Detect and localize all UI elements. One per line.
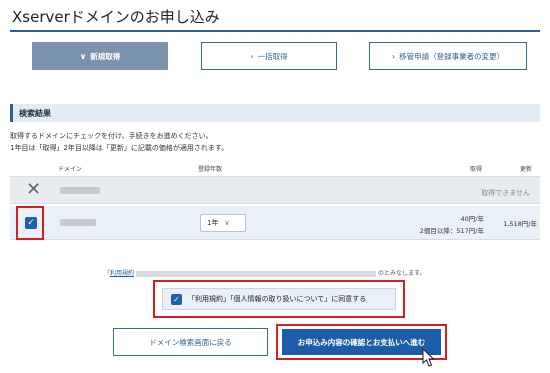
agree-checkbox[interactable]: ✓ [171, 293, 182, 305]
status-unavailable: 取得できません [481, 189, 530, 197]
tab-label: 移管申請（登録事業者の変更） [399, 51, 505, 61]
domain-checkbox[interactable]: ✓ [25, 217, 37, 229]
price-second: 2個目以降：517円/年 [419, 227, 484, 235]
chevron-right-icon: › [391, 51, 396, 61]
column-domain: ドメイン [58, 166, 83, 173]
column-acquire: 取得 [470, 166, 483, 173]
table-row-selected: ✓ 1年 ∨ 40円/年 2個目以降：517円/年 1,518円/年 [10, 206, 540, 240]
mouse-cursor-icon [422, 348, 435, 367]
table-row-unavailable: ✕ 取得できません [10, 176, 540, 204]
pricing-note: 1年目は「取得」2年目以降は「更新」に記載の価格が適用されます。 [10, 144, 229, 152]
page-title: Xserverドメインのお申し込み [12, 8, 220, 26]
price-renew: 1,518円/年 [503, 220, 537, 228]
blurred-domain [60, 187, 100, 194]
tab-label: 一括取得 [257, 51, 288, 61]
tab-new-registration[interactable]: ∨ 新規取得 [32, 42, 168, 70]
column-renew: 更新 [520, 166, 533, 173]
chevron-down-icon: ∨ [79, 51, 87, 61]
column-years: 登録年数 [198, 166, 223, 173]
title-divider [10, 30, 540, 32]
year-value: 1年 [207, 219, 219, 227]
tab-label: 新規取得 [90, 51, 121, 61]
close-icon: ✕ [26, 179, 42, 200]
tab-bar: ∨ 新規取得 › 一括取得 › 移管申請（登録事業者の変更） [32, 42, 527, 70]
chevron-right-icon: › [250, 51, 254, 61]
instruction-text: 取得するドメインにチェックを付け、手続きをお進めください。 [10, 132, 213, 140]
tab-transfer[interactable]: › 移管申請（登録事業者の変更） [369, 42, 527, 70]
agree-label: 「利用規約」「個人情報の取り扱いについて」に同意する [188, 295, 367, 303]
agree-highlight: ✓ 「利用規約」「個人情報の取り扱いについて」に同意する [153, 280, 405, 318]
terms-notice: 「利用規約 のとみなします。 [104, 268, 425, 277]
confirm-and-pay-button[interactable]: お申込み内容の確認とお支払いへ進む [282, 329, 441, 355]
year-select[interactable]: 1年 ∨ [200, 214, 246, 232]
terms-suffix: のとみなします。 [378, 270, 426, 277]
price-first: 40円/年 [460, 215, 484, 223]
agree-checkbox-row[interactable]: ✓ 「利用規約」「個人情報の取り扱いについて」に同意する [162, 288, 396, 310]
blurred-text [136, 270, 377, 277]
results-header: 検索結果 [10, 104, 540, 122]
back-to-search-button[interactable]: ドメイン検索画面に戻る [113, 328, 268, 356]
checkbox-highlight: ✓ [16, 206, 44, 240]
chevron-down-icon: ∨ [224, 219, 230, 227]
tab-bulk-registration[interactable]: › 一括取得 [201, 42, 337, 70]
terms-link[interactable]: 利用規約 [110, 270, 134, 277]
blurred-domain [60, 219, 96, 226]
